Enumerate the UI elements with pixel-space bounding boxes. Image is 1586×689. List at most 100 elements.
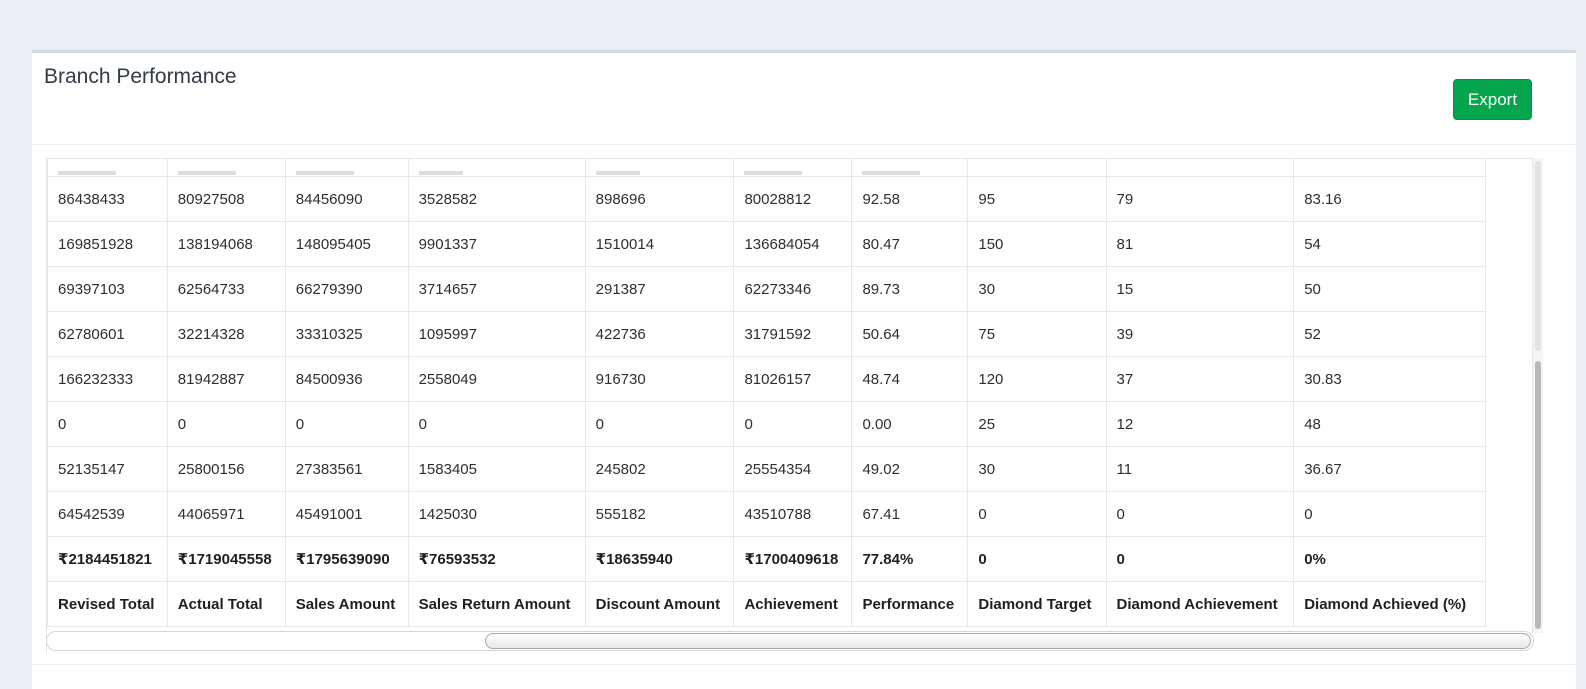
table-cell: 48.74 [851,356,969,402]
total-cell: 0 [967,536,1107,582]
table-cell: 30.83 [1293,356,1486,402]
table-cell: 83.16 [1293,176,1486,222]
clipped-cell-text [595,171,640,175]
table-cell: 66279390 [284,266,409,312]
table-cell: 12 [1105,401,1295,447]
table-cell: 86438433 [47,176,168,222]
table-cell: 30 [967,266,1107,312]
table-cell: 1425030 [407,491,586,537]
table-cell: 898696 [584,176,735,222]
horizontal-scrollbar-thumb[interactable] [485,633,1531,649]
table-row: 0 0 0 0 0 0 0.00 25 12 48 [47,401,1486,447]
table-cell: 81942887 [166,356,286,402]
table-row: 69397103 62564733 66279390 3714657 291387 622… [47,266,1486,312]
header-divider [32,144,1576,145]
table-cell: 245802 [584,446,735,492]
table-cell: 80927508 [166,176,286,222]
table-cell: 67.41 [851,491,969,537]
column-header[interactable]: Performance [851,581,969,627]
table-cell: 9901337 [407,221,586,267]
table-cell: 0 [733,401,853,447]
column-header[interactable]: Diamond Achievement [1105,581,1295,627]
table-row-partial [47,159,1486,177]
table-cell: 0 [967,491,1107,537]
table-cell: 32214328 [166,311,286,357]
clipped-cell-text [744,171,803,175]
table-cell: 169851928 [47,221,168,267]
vertical-scrollbar[interactable] [1532,158,1543,633]
column-header[interactable]: Discount Amount [584,581,735,627]
table-cell: 37 [1105,356,1295,402]
table-cell: 1583405 [407,446,586,492]
table-cell: 0 [166,401,286,447]
table-total-row: 0 ₹2184451821₹1719045558₹1795639090₹76593… [47,536,1486,582]
column-header[interactable]: Diamond Achieved (%) [1293,581,1486,627]
table-cell: 25554354 [733,446,853,492]
table-cell: 64542539 [47,491,168,537]
column-header[interactable]: Actual Total [166,581,286,627]
table-cell: 84500936 [284,356,409,402]
table-cell: 3528582 [407,176,586,222]
table-cell: 81 [1105,221,1295,267]
card-title: Branch Performance [44,65,237,88]
table-cell: 39 [1105,311,1295,357]
table-cell: 150 [967,221,1107,267]
table-cell: 0 [407,401,586,447]
total-cell: ₹1795639090 [284,536,409,582]
table-cell: 80028812 [733,176,853,222]
clipped-cell-text [862,171,921,175]
table-cell: 0.00 [851,401,969,447]
table-cell: 33310325 [284,311,409,357]
table-row: 52135147 25800156 27383561 1583405 245802 255… [47,446,1486,492]
table-row: 62780601 32214328 33310325 1095997 422736 317… [47,311,1486,357]
table-cell: 27383561 [284,446,409,492]
clipped-cell-text [58,171,117,175]
column-header[interactable]: Sales Return Amount [407,581,586,627]
table-cell: 916730 [584,356,735,402]
table-row: 169851928 138194068 148095405 9901337 151001… [47,221,1486,267]
table-cell: 291387 [584,266,735,312]
table-cell: 555182 [584,491,735,537]
column-header[interactable]: Achievement [733,581,853,627]
table-cell: 84456090 [284,176,409,222]
column-header[interactable]: Sales Amount [284,581,409,627]
table-cell: 95 [967,176,1107,222]
table-cell: 44065971 [166,491,286,537]
table-cell: 75 [967,311,1107,357]
table-cell: 49.02 [851,446,969,492]
table-cell: 2558049 [407,356,586,402]
horizontal-scrollbar[interactable] [46,631,1534,651]
table-cell: 136684054 [733,221,853,267]
table-cell: 0 [284,401,409,447]
table-cell: 79 [1105,176,1295,222]
table-cell: 148095405 [284,221,409,267]
table-cell: 0 [1105,491,1295,537]
table-cell: 1095997 [407,311,586,357]
table-cell: 30 [967,446,1107,492]
export-button[interactable]: Export [1453,79,1532,120]
table-cell: 50 [1293,266,1486,312]
table-cell: 1510014 [584,221,735,267]
total-cell: ₹2184451821 [47,536,168,582]
table-cell: 15 [1105,266,1295,312]
table-cell: 422736 [584,311,735,357]
table-cell: 48 [1293,401,1486,447]
column-header[interactable]: Diamond Target [967,581,1107,627]
total-cell: ₹76593532 [407,536,586,582]
table-cell: 3714657 [407,266,586,312]
total-cell: ₹18635940 [584,536,735,582]
footer-divider [32,664,1576,665]
table-cell: 52 [1293,311,1486,357]
table-cell: 0 [47,401,168,447]
vertical-scrollbar-thumb[interactable] [1535,361,1541,629]
table-cell: 62273346 [733,266,853,312]
table-scroll-area[interactable]: 86438433 80927508 84456090 3528582 898696 800… [46,158,1542,653]
table-cell: 120 [967,356,1107,402]
column-header[interactable]: Revised Total [47,581,168,627]
table-row: 64542539 44065971 45491001 1425030 555182 435… [47,491,1486,537]
table-cell: 36.67 [1293,446,1486,492]
branch-performance-table: 86438433 80927508 84456090 3528582 898696 800… [47,159,1486,627]
branch-performance-card: Branch Performance Export 86438433 80927… [32,50,1576,689]
table-cell: 45491001 [284,491,409,537]
clipped-cell-text [418,171,463,175]
